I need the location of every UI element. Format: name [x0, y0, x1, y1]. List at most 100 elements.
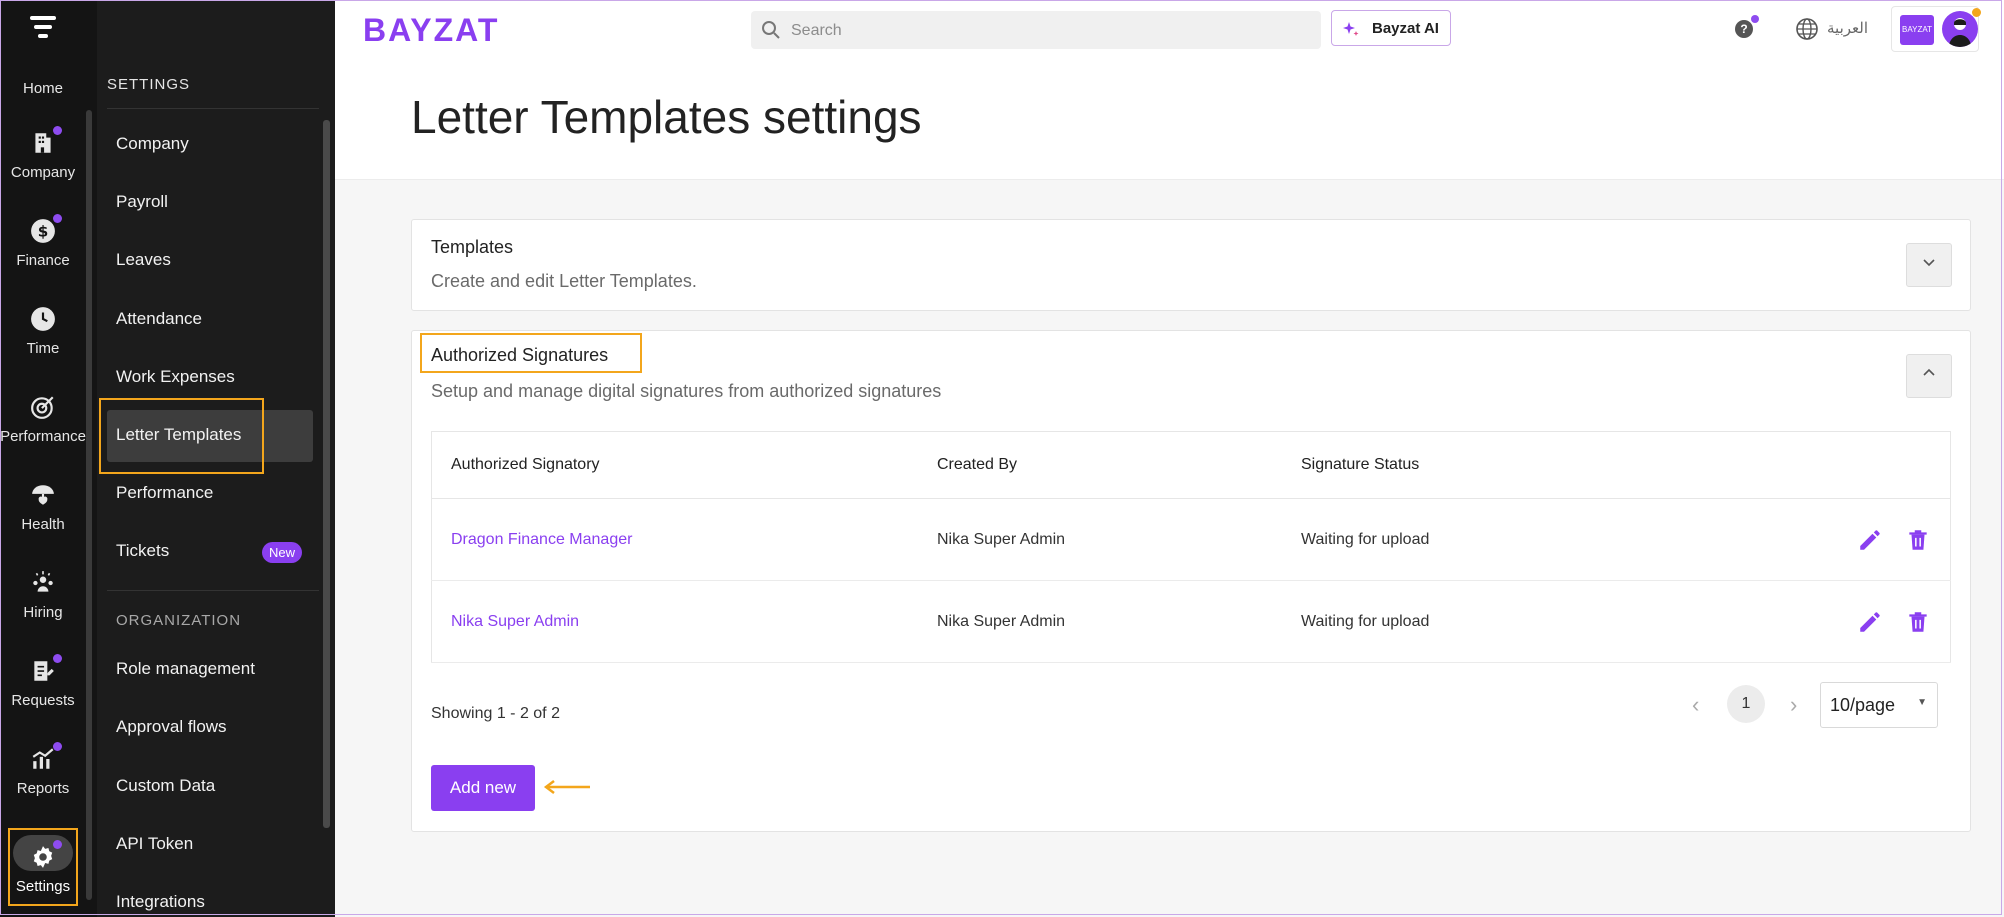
new-badge: New: [262, 542, 303, 563]
requests-label: Requests: [11, 692, 75, 709]
notification-dot: [53, 126, 62, 135]
rail-item-requests[interactable]: Requests: [0, 654, 86, 709]
bayzat-logo[interactable]: BAYZAT: [363, 12, 499, 49]
chevron-right-icon[interactable]: ›: [1790, 692, 1797, 718]
row-actions: [1656, 498, 1951, 581]
rail-item-home[interactable]: Home: [0, 58, 86, 97]
created-by-cell: Nika Super Admin: [918, 498, 1282, 581]
divider: [107, 108, 319, 109]
menu-item-custom-data[interactable]: Custom Data: [116, 776, 215, 796]
title-bar: Letter Templates settings: [335, 62, 2004, 180]
user-menu[interactable]: BAYZAT: [1891, 6, 1981, 52]
templates-card-description: Create and edit Letter Templates.: [431, 271, 697, 291]
menu-item-api-token[interactable]: API Token: [116, 834, 193, 854]
settings-menu: SETTINGS Company Payroll Leaves Attendan…: [97, 0, 335, 917]
search-icon: [761, 20, 781, 40]
status-cell: Waiting for upload: [1282, 580, 1657, 663]
signatures-card-title: Authorized Signatures: [431, 345, 609, 365]
menu-item-approval-flows[interactable]: Approval flows: [116, 717, 227, 737]
rail-item-finance[interactable]: $ Finance: [0, 214, 86, 269]
menu-item-integrations[interactable]: Integrations: [116, 892, 205, 912]
table-row: Dragon Finance Manager Nika Super Admin …: [431, 498, 1951, 581]
target-icon: [30, 394, 56, 420]
edit-icon[interactable]: [1857, 527, 1883, 553]
menu-toggle-icon[interactable]: [30, 16, 56, 42]
performance-label: Performance: [0, 428, 86, 445]
help-icon[interactable]: ?: [1735, 15, 1759, 38]
icon-rail: Home Company $ Finance Time Performance …: [0, 0, 97, 917]
time-label: Time: [26, 340, 60, 357]
table-header-row: Authorized Signatory Created By Signatur…: [431, 431, 1951, 499]
column-header-created-by: Created By: [918, 431, 1282, 499]
umbrella-heart-icon: [30, 482, 56, 508]
page-number[interactable]: 1: [1727, 685, 1765, 723]
templates-card: Templates Create and edit Letter Templat…: [411, 219, 1971, 311]
notification-dot: [53, 840, 62, 849]
menu-item-leaves[interactable]: Leaves: [116, 250, 171, 270]
rail-item-company[interactable]: Company: [0, 126, 86, 181]
signatures-table: Authorized Signatory Created By Signatur…: [431, 431, 1951, 663]
edit-icon[interactable]: [1857, 609, 1883, 635]
menu-scrollbar[interactable]: [323, 120, 330, 828]
menu-item-attendance[interactable]: Attendance: [116, 309, 202, 329]
settings-section-heading: SETTINGS: [107, 76, 191, 93]
rail-item-health[interactable]: Health: [0, 482, 86, 533]
table-row: Nika Super Admin Nika Super Admin Waitin…: [431, 580, 1951, 663]
row-actions: [1656, 580, 1951, 663]
menu-item-work-expenses[interactable]: Work Expenses: [116, 367, 235, 387]
language-toggle[interactable]: العربية: [1827, 19, 1868, 37]
sparkle-icon: [1342, 20, 1360, 38]
rail-item-reports[interactable]: Reports: [0, 742, 86, 797]
menu-item-payroll[interactable]: Payroll: [116, 192, 168, 212]
search-box[interactable]: [751, 11, 1321, 51]
notification-dot: [53, 742, 62, 751]
caret-down-icon: ▼: [1917, 697, 1927, 708]
signatory-link[interactable]: Nika Super Admin: [431, 580, 918, 663]
globe-icon[interactable]: [1795, 17, 1819, 41]
menu-item-role-management[interactable]: Role management: [116, 659, 255, 679]
delete-icon[interactable]: [1905, 527, 1931, 553]
collapse-signatures-button[interactable]: [1906, 354, 1952, 398]
gear-icon: [30, 840, 62, 870]
rail-item-performance[interactable]: Performance: [0, 394, 86, 445]
bayzat-ai-button[interactable]: Bayzat AI: [1331, 10, 1451, 46]
signatory-link[interactable]: Dragon Finance Manager: [431, 498, 918, 581]
bayzat-ai-label: Bayzat AI: [1372, 20, 1439, 37]
menu-item-tickets[interactable]: Tickets: [116, 541, 169, 561]
status-cell: Waiting for upload: [1282, 498, 1657, 581]
pagination-summary: Showing 1 - 2 of 2: [431, 705, 560, 722]
help-glyph: ?: [1740, 22, 1748, 36]
home-label: Home: [22, 80, 63, 97]
finance-label: Finance: [16, 252, 70, 269]
organization-section-heading: ORGANIZATION: [116, 612, 242, 629]
chevron-down-icon: [1922, 256, 1936, 273]
page-title: Letter Templates settings: [411, 91, 922, 143]
rail-item-settings[interactable]: Settings: [0, 840, 86, 895]
delete-icon[interactable]: [1905, 609, 1931, 635]
add-new-button[interactable]: Add new: [431, 765, 535, 811]
page-size-select[interactable]: 10/page ▼: [1820, 682, 1938, 728]
status-dot: [1972, 8, 1981, 17]
authorized-signatures-card: Authorized Signatures Setup and manage d…: [411, 330, 1971, 832]
pagination: ‹ 1 › 10/page ▼: [1692, 682, 1952, 730]
company-logo: BAYZAT: [1900, 15, 1934, 45]
chevron-left-icon[interactable]: ‹: [1692, 692, 1699, 718]
rail-scrollbar[interactable]: [86, 110, 92, 900]
health-label: Health: [21, 516, 65, 533]
clock-icon: [30, 306, 56, 332]
templates-card-title: Templates: [431, 237, 514, 257]
menu-item-performance[interactable]: Performance: [116, 483, 213, 503]
company-label: Company: [10, 164, 76, 181]
rail-item-hiring[interactable]: Hiring: [0, 570, 86, 621]
created-by-cell: Nika Super Admin: [918, 580, 1282, 663]
divider: [107, 590, 319, 591]
column-header-signatory: Authorized Signatory: [431, 431, 918, 499]
chevron-up-icon: [1922, 367, 1936, 384]
expand-templates-button[interactable]: [1906, 243, 1952, 287]
page-size-value: 10/page: [1830, 695, 1896, 715]
search-input[interactable]: [789, 11, 1313, 51]
notification-dot: [53, 654, 62, 663]
rail-item-time[interactable]: Time: [0, 306, 86, 357]
menu-item-company[interactable]: Company: [116, 134, 189, 154]
chart-icon: [30, 742, 62, 772]
